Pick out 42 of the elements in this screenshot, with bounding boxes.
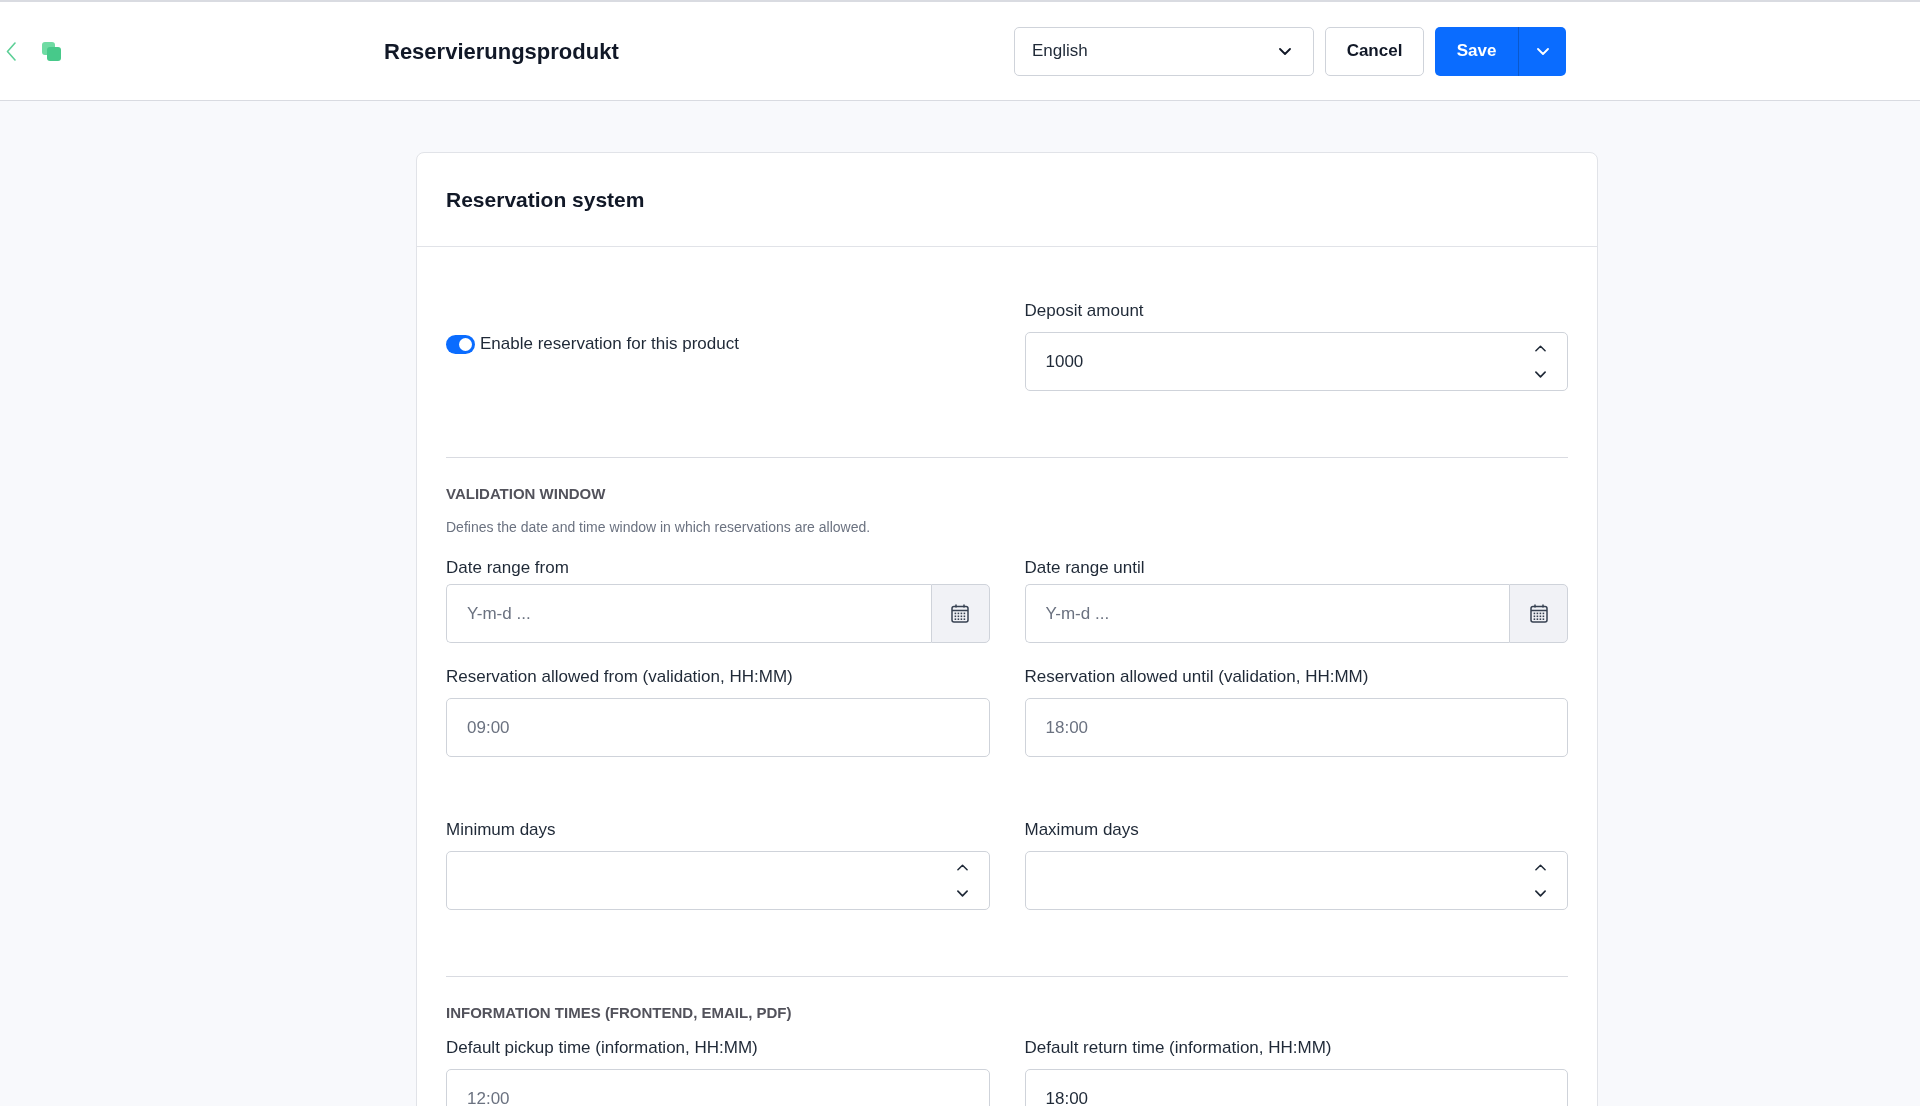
- number-input[interactable]: 1000: [1024, 332, 1568, 391]
- field-label: Minimum days: [446, 819, 557, 841]
- section-heading: INFORMATION TIMES (FRONTEND, EMAIL, PDF): [446, 1003, 793, 1023]
- toggle-label: Enable reservation for this product: [480, 333, 739, 355]
- field-label: Maximum days: [1024, 819, 1140, 841]
- cancel-button[interactable]: Cancel: [1325, 26, 1424, 76]
- caret-icon: [1536, 47, 1549, 55]
- text-input[interactable]: 09:00: [446, 698, 990, 757]
- decrement-icon[interactable]: [956, 890, 968, 897]
- field-label: Deposit amount: [1024, 300, 1145, 322]
- text-input[interactable]: 12:00: [446, 1069, 990, 1106]
- increment-icon[interactable]: [1535, 864, 1546, 871]
- chevron-down-icon: [1279, 47, 1291, 55]
- calendar-icon: [1529, 604, 1548, 623]
- decrement-icon[interactable]: [1535, 890, 1546, 897]
- field-label: Default pickup time (information, HH:MM): [446, 1037, 759, 1059]
- text-input[interactable]: 18:00: [1024, 1069, 1568, 1106]
- calendar-icon: [951, 604, 969, 623]
- field-label: Default return time (information, HH:MM): [1024, 1037, 1333, 1059]
- calendar-button[interactable]: [930, 584, 990, 643]
- field-label: Reservation allowed until (validation, HH:MM): [1024, 666, 1370, 688]
- calendar-button[interactable]: [1509, 584, 1568, 643]
- number-input[interactable]: [1024, 851, 1568, 910]
- section-heading: VALIDATION WINDOW: [446, 484, 607, 504]
- date-input[interactable]: Y-m-d ...: [446, 584, 931, 643]
- field-label: Date range until: [1024, 557, 1146, 579]
- date-input[interactable]: Y-m-d ...: [1024, 584, 1509, 643]
- card-title: Reservation system: [446, 186, 645, 213]
- increment-icon[interactable]: [956, 864, 968, 871]
- toggle-switch[interactable]: [446, 334, 475, 354]
- text-input[interactable]: 18:00: [1024, 698, 1568, 757]
- save-button[interactable]: Save: [1435, 26, 1518, 76]
- number-input[interactable]: [446, 851, 990, 910]
- decrement-icon[interactable]: [1535, 371, 1546, 378]
- field-label: Reservation allowed from (validation, HH:MM): [446, 666, 794, 688]
- page-title: Reservierungsprodukt: [384, 37, 619, 66]
- increment-icon[interactable]: [1535, 345, 1546, 352]
- language-select[interactable]: English: [1014, 26, 1314, 76]
- copy-icon: [42, 41, 61, 61]
- field-label: Date range from: [446, 557, 570, 579]
- save-options-button[interactable]: [1518, 26, 1566, 76]
- section-description: Defines the date and time window in which reservations are allowed.: [446, 518, 872, 537]
